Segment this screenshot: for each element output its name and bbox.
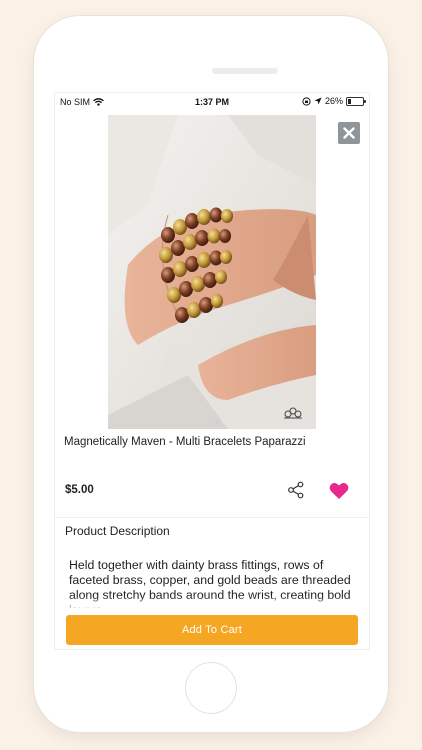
bracelet-photo — [108, 115, 316, 429]
carousel-dot[interactable] — [215, 420, 219, 424]
carousel-dot[interactable] — [223, 420, 227, 424]
divider — [55, 517, 369, 518]
add-to-cart-button[interactable]: Add To Cart — [66, 615, 358, 645]
home-button[interactable] — [185, 662, 237, 714]
product-image[interactable] — [108, 115, 316, 429]
app-screen: No SIM 1:37 PM 26% Magnetically Maven - … — [54, 92, 370, 650]
battery-icon — [346, 96, 366, 106]
close-icon — [343, 127, 355, 139]
description-heading: Product Description — [65, 524, 170, 538]
share-icon[interactable] — [287, 481, 305, 499]
battery-percent: 26% — [324, 96, 343, 106]
product-title: Magnetically Maven - Multi Bracelets Pap… — [64, 436, 306, 448]
status-right: 26% — [302, 96, 366, 106]
product-price: $5.00 — [65, 484, 94, 496]
heart-icon[interactable] — [329, 482, 349, 500]
close-button[interactable] — [338, 122, 360, 144]
battery-fill — [348, 98, 352, 104]
description-fade — [55, 596, 369, 612]
carousel-dots — [215, 420, 227, 424]
orientation-lock-icon — [302, 96, 311, 106]
location-icon — [314, 97, 322, 105]
phone-speaker — [212, 68, 278, 74]
status-bar: No SIM 1:37 PM 26% — [55, 93, 369, 111]
